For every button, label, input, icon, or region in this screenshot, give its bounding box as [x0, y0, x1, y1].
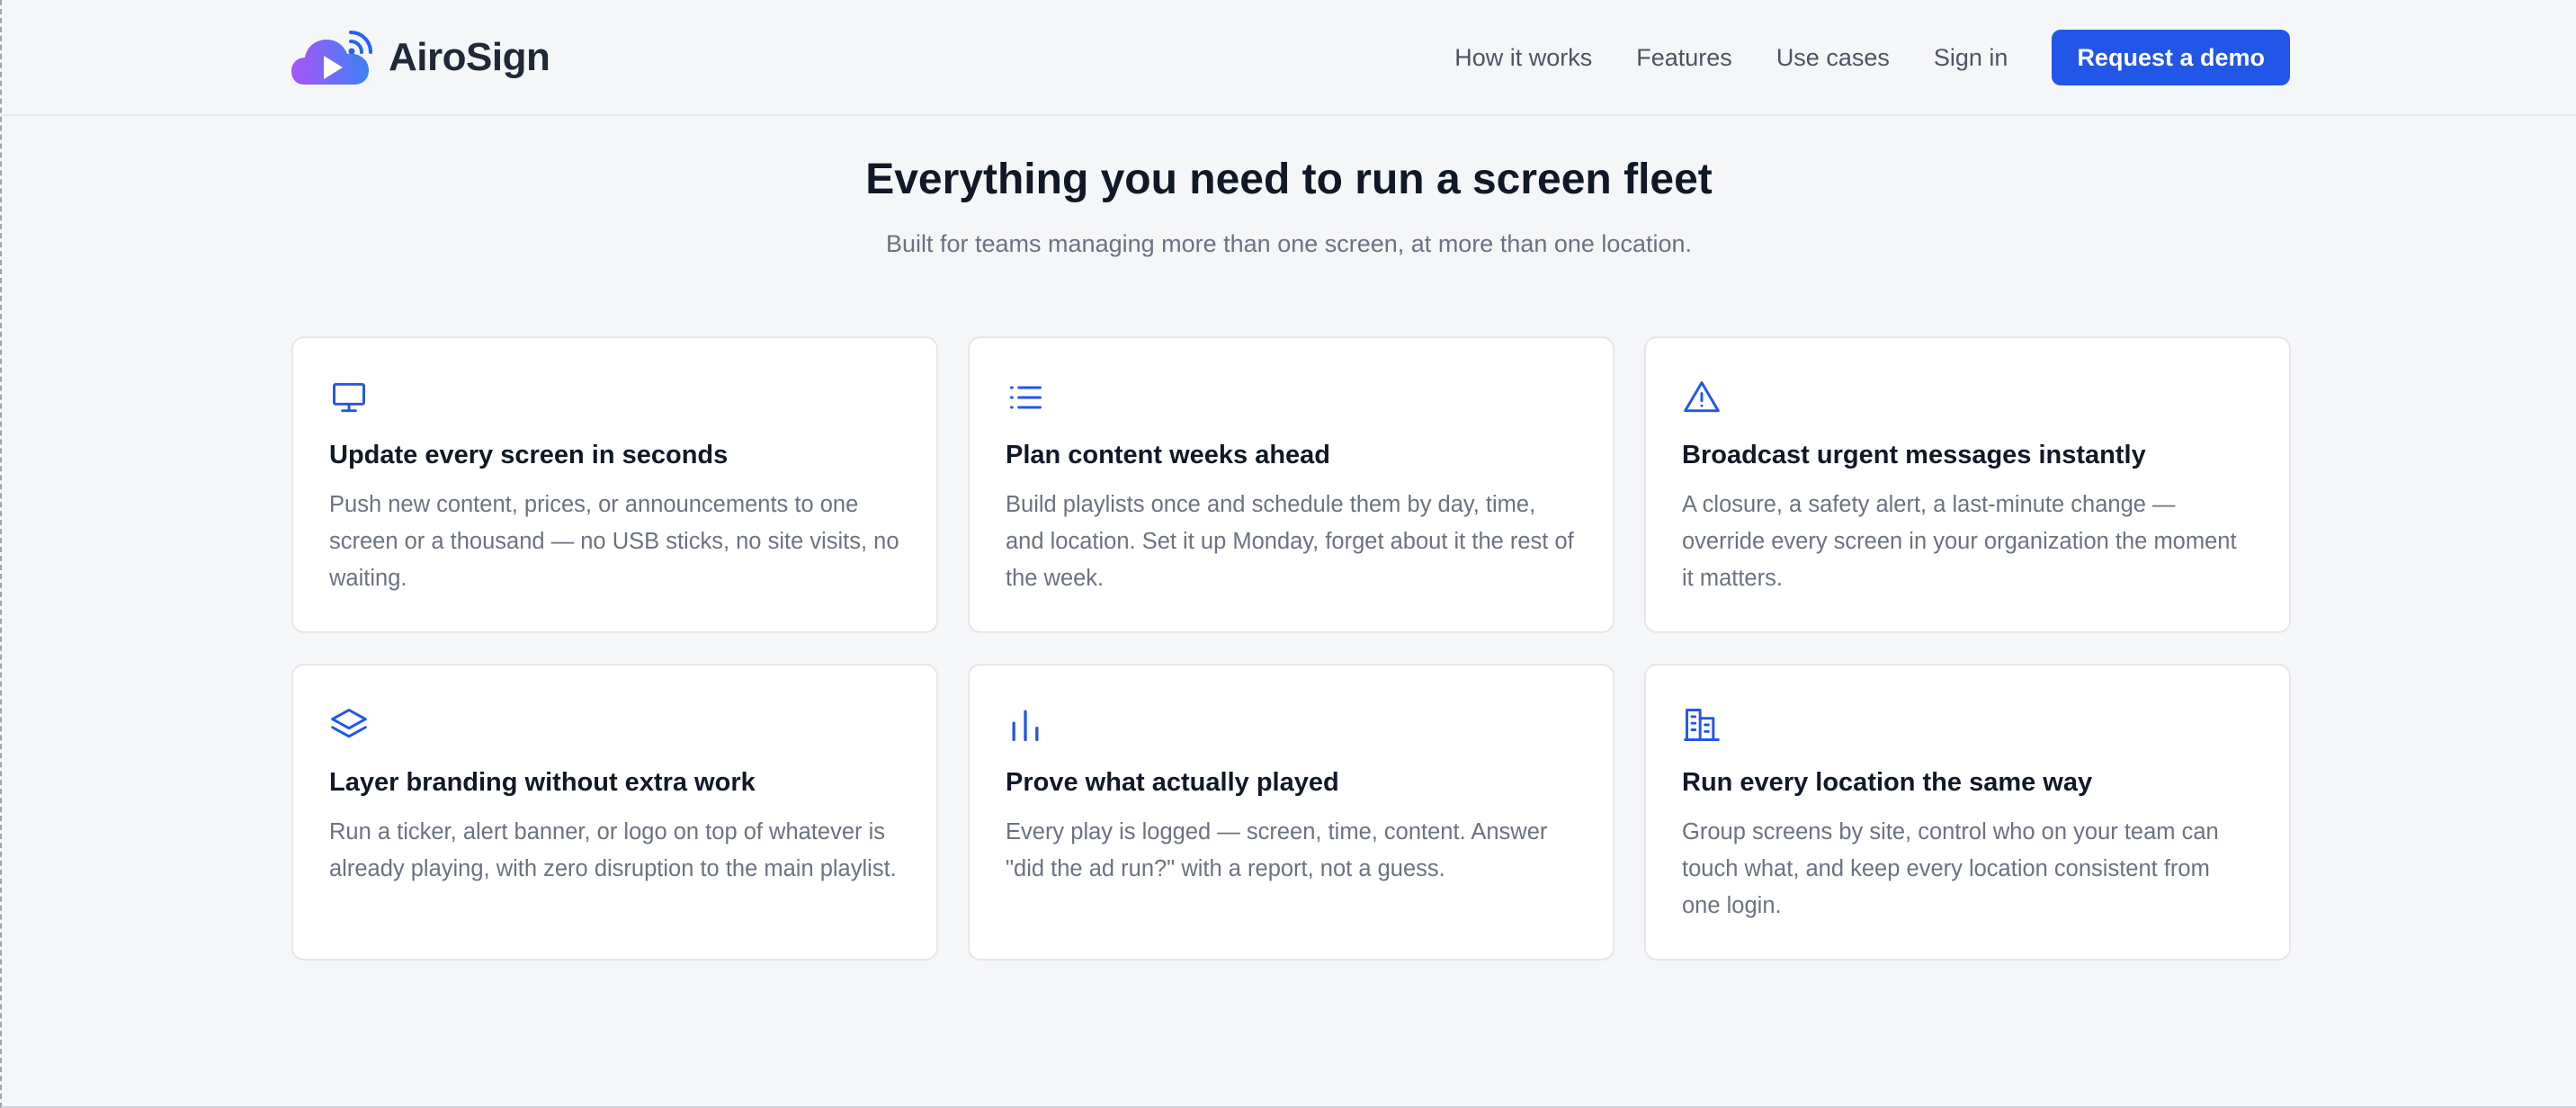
- page: AiroSign How it works Features Use cases…: [0, 0, 2576, 1108]
- site-header: AiroSign How it works Features Use cases…: [2, 0, 2576, 116]
- nav-how-it-works[interactable]: How it works: [1454, 44, 1592, 72]
- feature-description: A closure, a safety alert, a last-minute…: [1682, 492, 2237, 591]
- feature-card: Broadcast urgent messages instantly A cl…: [1644, 336, 2291, 633]
- warning-icon: [1682, 378, 1722, 417]
- list-icon: [1006, 378, 1045, 417]
- feature-title: Update every screen in seconds: [329, 441, 729, 469]
- feature-card: Prove what actually played Every play is…: [968, 664, 1614, 961]
- feature-description: Push new content, prices, or announcemen…: [329, 492, 899, 591]
- monitor-icon: [329, 378, 369, 417]
- feature-description: Every play is logged — screen, time, con…: [1006, 819, 1548, 881]
- request-demo-button[interactable]: Request a demo: [2052, 30, 2290, 85]
- logo[interactable]: AiroSign: [291, 29, 550, 86]
- feature-title: Run every location the same way: [1682, 768, 2093, 797]
- feature-card: Layer branding without extra work Run a …: [291, 664, 938, 961]
- layers-icon: [329, 705, 369, 745]
- feature-title: Broadcast urgent messages instantly: [1682, 441, 2146, 469]
- feature-title: Prove what actually played: [1006, 768, 1339, 797]
- logo-text: AiroSign: [389, 35, 550, 79]
- feature-card: Update every screen in seconds Push new …: [291, 336, 938, 633]
- feature-card: Plan content weeks ahead Build playlists…: [968, 336, 1614, 633]
- feature-description: Build playlists once and schedule them b…: [1006, 492, 1574, 591]
- feature-title: Layer branding without extra work: [329, 768, 756, 797]
- building-icon: [1682, 705, 1722, 745]
- features-grid: Update every screen in seconds Push new …: [291, 336, 2292, 961]
- logo-cloud-play-icon: [291, 31, 372, 85]
- section-title: Everything you need to run a screen flee…: [865, 156, 1713, 203]
- feature-title: Plan content weeks ahead: [1006, 441, 1331, 469]
- feature-card: Run every location the same way Group sc…: [1644, 664, 2291, 961]
- section-subtitle: Built for teams managing more than one s…: [885, 230, 1692, 257]
- nav-sign-in[interactable]: Sign in: [1934, 44, 2008, 72]
- bar-chart-icon: [1006, 705, 1045, 745]
- feature-description: Run a ticker, alert banner, or logo on t…: [329, 819, 897, 881]
- nav-features[interactable]: Features: [1636, 44, 1732, 72]
- nav-use-cases[interactable]: Use cases: [1776, 44, 1890, 72]
- feature-description: Group screens by site, control who on yo…: [1682, 819, 2219, 918]
- main-nav: How it works Features Use cases Sign in …: [1454, 30, 2290, 85]
